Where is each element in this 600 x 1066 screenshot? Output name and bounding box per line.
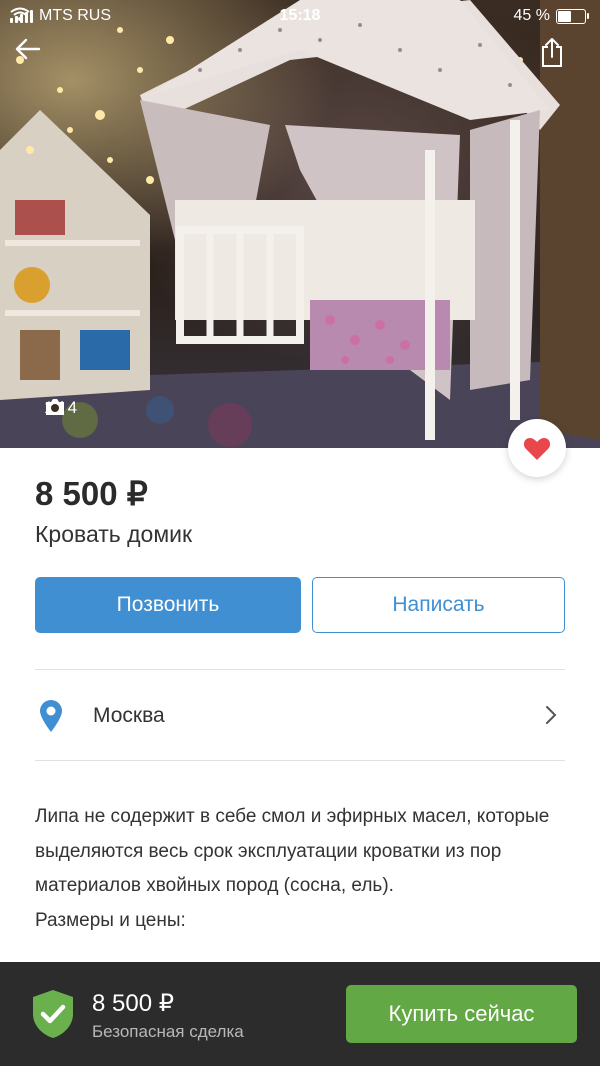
location-city: Москва <box>93 704 165 727</box>
favorite-button[interactable] <box>508 419 566 477</box>
buy-bar: 8 500 ₽ Безопасная сделка Купить сейчас <box>0 962 600 1066</box>
status-bar: MTS RUS 15:18 45 % <box>0 0 600 32</box>
shield-check-icon <box>33 990 73 1038</box>
divider <box>35 669 565 670</box>
back-button[interactable] <box>15 38 59 82</box>
listing-title: Кровать домик <box>35 521 193 547</box>
location-row[interactable]: Москва <box>35 671 565 761</box>
listing-price: 8 500 ₽ <box>35 475 148 512</box>
description-text: Липа не содержит в себе смол и эфирных м… <box>35 806 550 896</box>
message-button[interactable]: Написать <box>312 577 565 633</box>
listing-photo[interactable]: MTS RUS 15:18 45 % 1 / 4 <box>0 0 600 448</box>
heart-icon <box>523 437 551 460</box>
divider <box>35 760 565 761</box>
battery-percent: 45 % <box>513 7 550 24</box>
chevron-right-icon <box>546 706 557 724</box>
safe-deal-label: Безопасная сделка <box>92 1022 244 1041</box>
back-arrow-icon <box>15 38 41 60</box>
battery-icon <box>556 8 589 24</box>
location-pin-icon <box>40 700 62 732</box>
bed-house-photo <box>0 0 600 448</box>
camera-icon <box>46 399 64 415</box>
call-button[interactable]: Позвонить <box>35 577 301 633</box>
description-sizes-heading: Размеры и цены: <box>35 909 186 931</box>
share-button[interactable] <box>540 38 584 82</box>
buy-now-button[interactable]: Купить сейчас <box>346 985 577 1043</box>
share-icon <box>542 38 562 67</box>
description: Липа не содержит в себе смол и эфирных м… <box>35 800 565 938</box>
clock: 15:18 <box>279 7 321 24</box>
buy-bar-price: 8 500 ₽ <box>92 990 174 1017</box>
photo-counter: 1 / 4 <box>44 398 77 418</box>
